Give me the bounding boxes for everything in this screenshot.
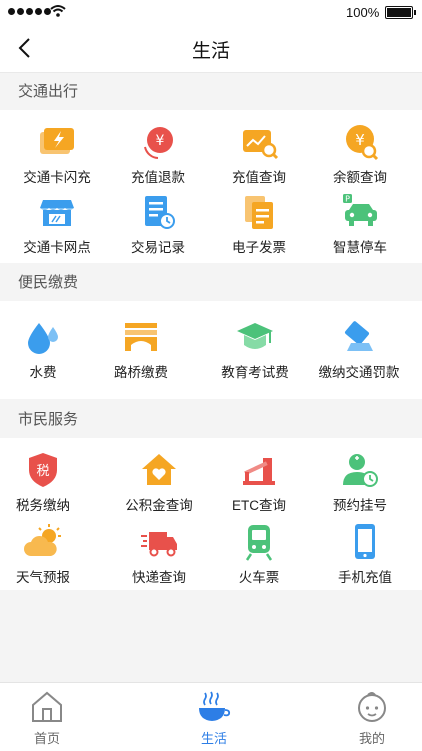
section-citizen-services: 税 税务缴纳 公积金查询 ETC查询 预约挂号 天气预报 快递查询 火车票 手机… [0, 438, 422, 590]
bridge-icon [125, 323, 157, 351]
etc-gate-icon [243, 458, 275, 485]
train-icon [245, 525, 273, 561]
delivery-truck-icon [141, 532, 177, 557]
doctor-appointment-icon [343, 454, 378, 487]
page-title: 生活 [191, 41, 230, 62]
yen-refund-icon: ¥ [144, 127, 173, 159]
grid-item-balance-query[interactable]: ¥ 余额查询 [307, 122, 413, 186]
grid-item-appointment[interactable]: 预约挂号 [307, 450, 413, 514]
grid-item-card-outlets[interactable]: 交通卡网点 [4, 192, 110, 256]
grid-item-traffic-fine[interactable]: 缴纳交通罚款 [306, 317, 412, 381]
tab-profile[interactable]: 我的 [322, 689, 422, 747]
tab-life[interactable]: 生活 [164, 689, 264, 747]
grid-item-smart-parking[interactable]: P 智慧停车 [307, 192, 413, 256]
svg-text:税: 税 [36, 464, 49, 479]
card-outlet-icon [40, 200, 74, 226]
tab-home[interactable]: 首页 [0, 689, 97, 747]
grid-item-refund[interactable]: ¥ 充值退款 [105, 122, 211, 186]
signal-strength-icon [8, 8, 51, 15]
battery-icon [385, 6, 416, 19]
grid-item-exam-fee[interactable]: 教育考试费 [202, 317, 308, 381]
svg-text:¥: ¥ [355, 131, 365, 149]
housing-fund-icon [142, 454, 176, 485]
grid-item-e-invoice[interactable]: 电子发票 [206, 192, 312, 256]
tax-shield-icon: 税 [29, 453, 57, 487]
grid-item-tax-payment[interactable]: 税 税务缴纳 [0, 450, 96, 514]
grid-item-water-bill[interactable]: 水费 [0, 317, 96, 381]
smart-parking-icon: P [343, 194, 377, 226]
grid-item-recharge-query[interactable]: 充值查询 [206, 122, 312, 186]
wifi-icon [50, 5, 66, 17]
lightning-card-icon [40, 128, 74, 154]
grid-item-card-flash-charge[interactable]: 交通卡闪充 [4, 122, 110, 186]
status-bar: 100% [0, 0, 422, 24]
grid-item-etc-query[interactable]: ETC查询 [206, 450, 312, 514]
balance-search-icon: ¥ [346, 125, 379, 161]
water-drop-icon [28, 323, 58, 354]
section-payments: 水费 路桥缴费 教育考试费 缴纳交通罚款 [0, 301, 422, 399]
nav-bar: 生活 [0, 24, 422, 73]
phone-recharge-icon [355, 524, 375, 559]
home-icon [32, 691, 62, 722]
profile-face-icon [358, 692, 386, 722]
svg-text:¥: ¥ [156, 133, 165, 149]
grid-item-phone-recharge[interactable]: 手机充值 [312, 522, 418, 586]
tab-bar: 首页 生活 我的 [0, 682, 422, 751]
grid-item-transaction-records[interactable]: 交易记录 [105, 192, 211, 256]
section-header-transport: 交通出行 [0, 73, 422, 110]
life-bowl-icon [199, 691, 231, 721]
weather-icon [24, 524, 61, 556]
e-invoice-icon [245, 196, 273, 229]
battery-percentage: 100% [346, 5, 380, 20]
grid-item-train-ticket[interactable]: 火车票 [206, 522, 312, 586]
grid-item-weather[interactable]: 天气预报 [0, 522, 96, 586]
section-header-payments: 便民缴费 [0, 264, 422, 301]
svg-text:P: P [345, 195, 350, 204]
grid-item-housing-fund[interactable]: 公积金查询 [106, 450, 212, 514]
traffic-fine-icon [345, 321, 373, 351]
section-header-citizen-services: 市民服务 [0, 401, 422, 438]
grid-item-express[interactable]: 快递查询 [106, 522, 212, 586]
section-transport: 交通卡闪充 ¥ 充值退款 充值查询 ¥ 余额查询 交通卡网点 交易记录 电子发票… [0, 110, 422, 263]
grid-item-bridge-toll[interactable]: 路桥缴费 [88, 317, 194, 381]
graduation-cap-icon [237, 323, 273, 349]
transaction-record-icon [145, 196, 175, 229]
recharge-search-icon [243, 130, 279, 160]
